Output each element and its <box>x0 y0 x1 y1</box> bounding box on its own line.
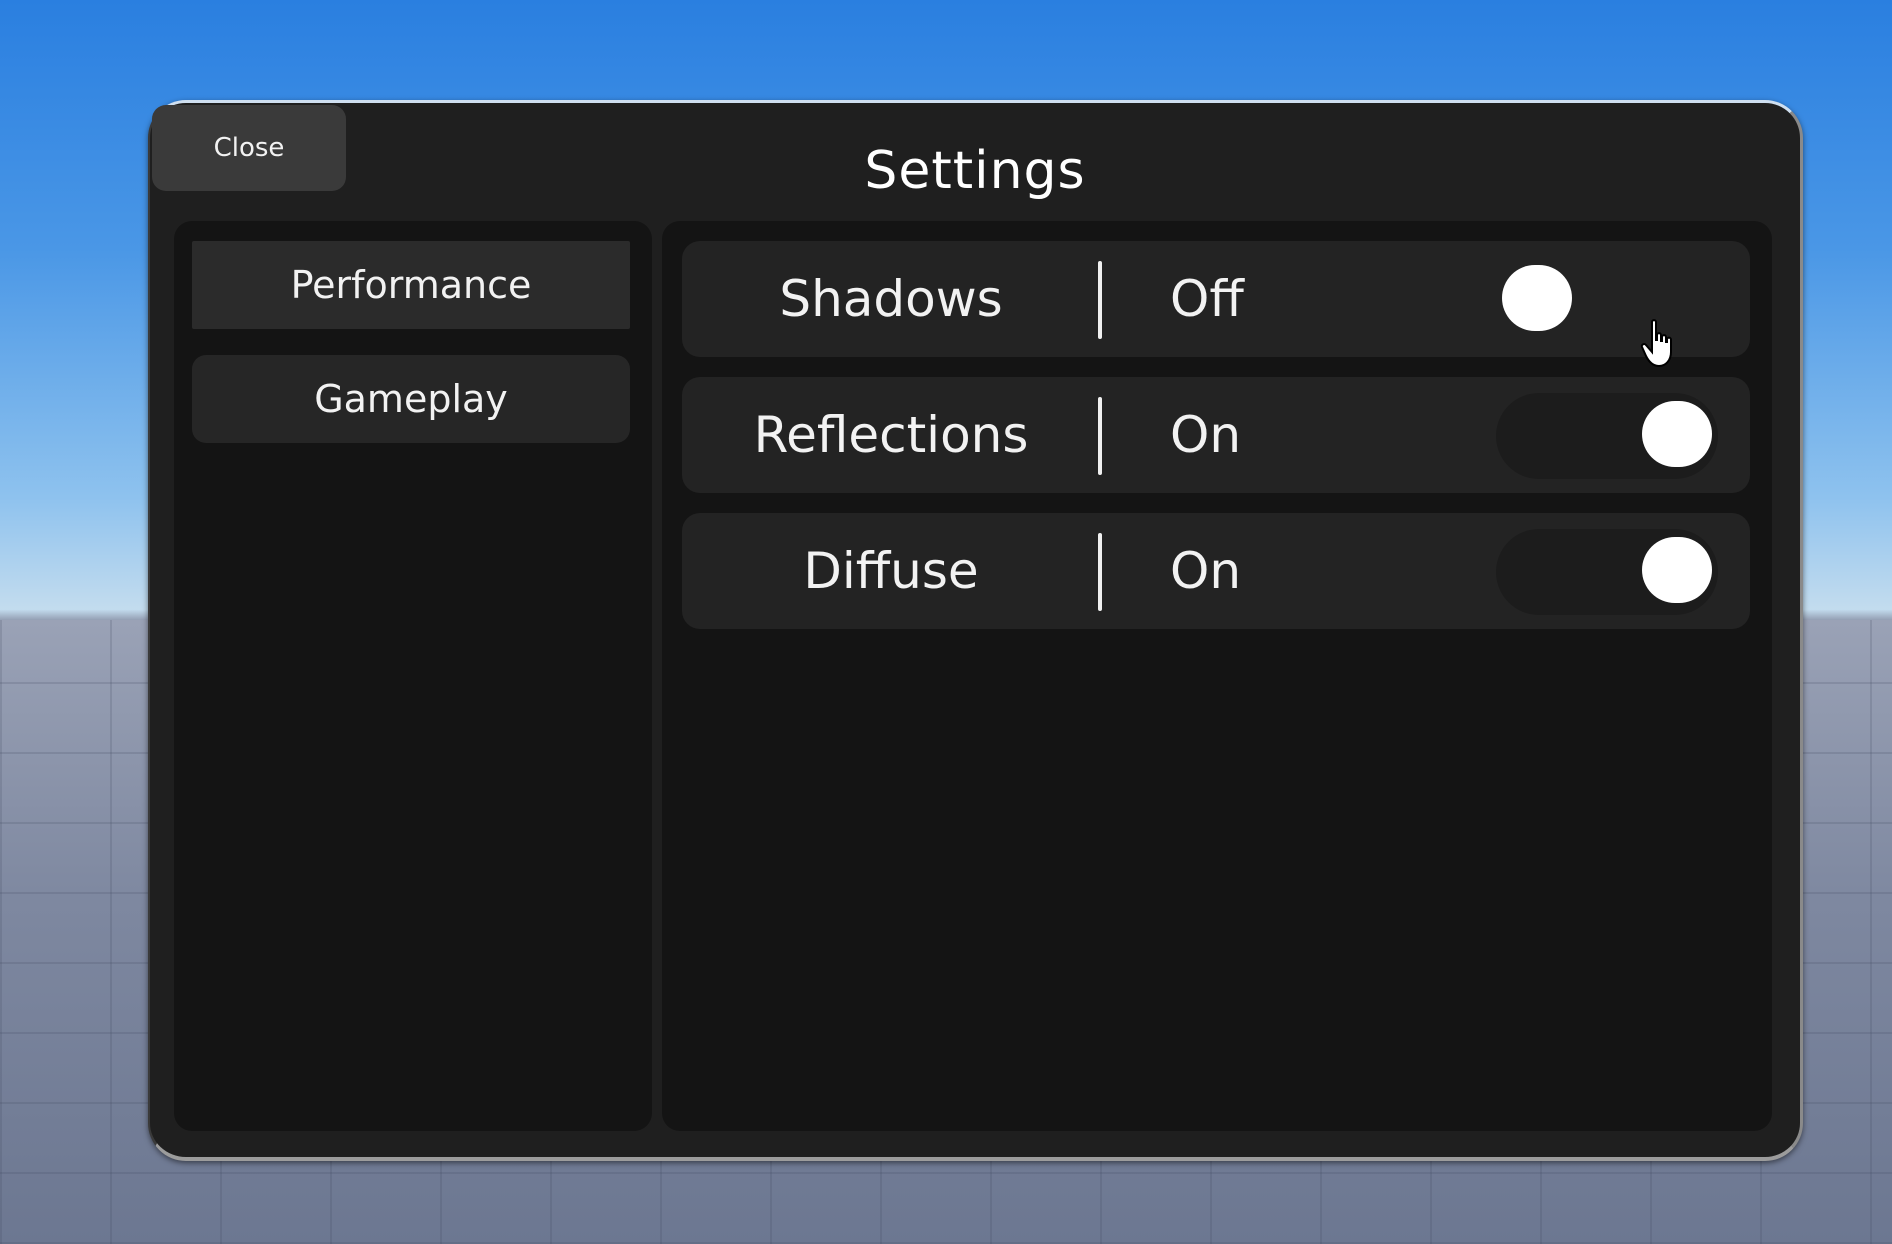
setting-label-reflections: Reflections <box>753 406 1029 464</box>
row-divider <box>1098 533 1102 611</box>
toggle-knob <box>1642 537 1712 603</box>
hand-pointer-icon <box>1640 319 1672 368</box>
setting-label-diffuse: Diffuse <box>803 542 979 600</box>
toggle-knob <box>1642 401 1712 467</box>
setting-row-reflections: Reflections On <box>682 377 1750 493</box>
setting-state-reflections: On <box>1170 406 1242 464</box>
sidebar-item-performance[interactable]: Performance <box>192 241 630 329</box>
row-divider <box>1098 397 1102 475</box>
settings-title: Settings <box>864 141 1086 201</box>
setting-label-shadows: Shadows <box>779 270 1003 328</box>
category-sidebar: Performance Gameplay <box>174 221 652 1131</box>
settings-list: Shadows Off Reflections On Diffuse On <box>662 221 1772 1131</box>
setting-row-shadows: Shadows Off <box>682 241 1750 357</box>
setting-state-shadows: Off <box>1170 270 1244 328</box>
settings-window: Close Settings Performance Gameplay Shad… <box>148 100 1803 1161</box>
row-divider <box>1098 261 1102 339</box>
setting-row-diffuse: Diffuse On <box>682 513 1750 629</box>
diffuse-toggle[interactable] <box>1496 529 1718 615</box>
sidebar-item-gameplay[interactable]: Gameplay <box>192 355 630 443</box>
shadows-toggle[interactable] <box>1496 257 1718 343</box>
setting-state-diffuse: On <box>1170 542 1242 600</box>
toggle-knob <box>1502 265 1572 331</box>
reflections-toggle[interactable] <box>1496 393 1718 479</box>
